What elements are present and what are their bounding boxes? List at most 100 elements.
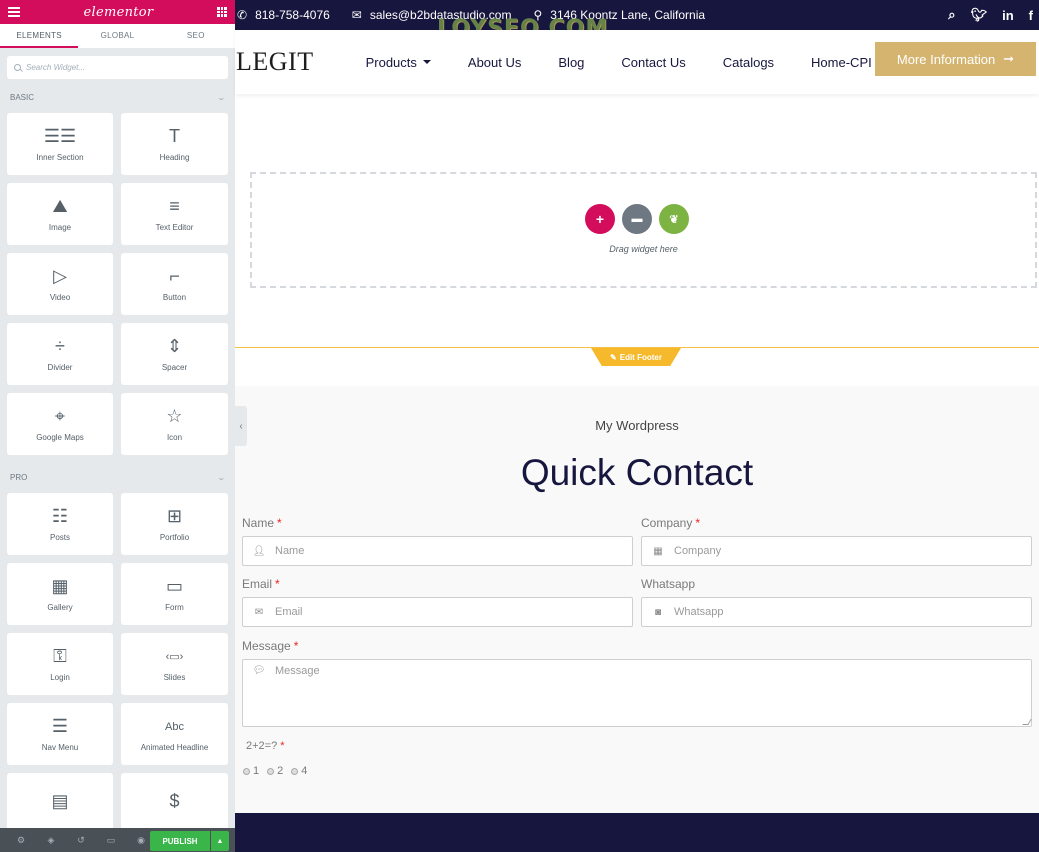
company-field[interactable]: ▦ Company <box>641 536 1032 566</box>
phone-icon: ✆ <box>237 8 248 22</box>
widget-gallery[interactable]: ▦ Gallery <box>7 563 113 625</box>
nav-contact-us[interactable]: Contact Us <box>621 55 685 70</box>
section-title: Quick Contact <box>520 452 754 493</box>
email-field[interactable]: ✉ Email <box>242 597 633 627</box>
radio-button[interactable] <box>267 767 275 775</box>
captcha-option-4[interactable]: 4 <box>291 765 307 777</box>
label-text: Company <box>641 516 693 530</box>
history-icon[interactable]: ↺ <box>66 835 96 846</box>
widget-price-table[interactable]: $ <box>121 773 228 835</box>
resize-handle[interactable] <box>1022 719 1032 725</box>
tab-global[interactable]: GLOBAL <box>78 24 156 48</box>
envelope-icon: ✉ <box>254 606 264 618</box>
search-icon[interactable]: ⌕ <box>948 7 955 23</box>
price-table-icon: $ <box>169 790 180 811</box>
search-icon <box>14 64 21 71</box>
more-information-button[interactable]: More Information ➞ <box>875 42 1036 76</box>
envato-kit-button[interactable]: ❦ <box>659 204 689 234</box>
captcha-option-1[interactable]: 1 <box>243 765 259 777</box>
widget-label: Slides <box>163 672 186 682</box>
radio-button[interactable] <box>243 767 250 775</box>
widget-form[interactable]: ▭ Form <box>121 563 228 625</box>
captcha-text: 2+2=? <box>246 740 278 752</box>
widget-label: Heading <box>159 152 190 162</box>
slides-icon: ‹▭› <box>165 651 184 663</box>
animated-headline-icon: Abc <box>165 720 184 733</box>
widget-divider[interactable]: ÷ Divider <box>7 323 113 385</box>
widget-google-maps[interactable]: ⌖ Google Maps <box>7 393 113 455</box>
nav-catalogs[interactable]: Catalogs <box>723 55 774 70</box>
login-icon: ⚿ <box>53 646 67 666</box>
site-logo[interactable]: LEGIT <box>236 47 314 77</box>
widget-image[interactable]: ⛰ Image <box>7 183 113 245</box>
widget-text-editor[interactable]: ≡ Text Editor <box>121 183 228 245</box>
category-pro-header[interactable]: PRO ⌄ <box>0 467 235 487</box>
widget-slides[interactable]: ‹▭› Slides <box>121 633 228 695</box>
widget-posts[interactable]: ☷ Posts <box>7 493 113 555</box>
empty-section-dropzone[interactable]: + ▬ ❦ Drag widget here <box>250 172 1037 288</box>
publish-button[interactable]: PUBLISH <box>150 831 210 851</box>
site-preview: ✆ 818-758-4076 ✉ sales@b2bdatastudio.com… <box>235 0 1039 852</box>
whatsapp-field[interactable]: ◙ Whatsapp <box>641 597 1032 627</box>
text-editor-icon: ≡ <box>169 196 180 216</box>
nav-blog[interactable]: Blog <box>558 55 584 70</box>
widget-price-list[interactable]: ▤ <box>7 773 113 835</box>
publish-options-button[interactable]: ▲ <box>211 831 229 851</box>
widget-icon[interactable]: ☆ Icon <box>121 393 228 455</box>
widget-login[interactable]: ⚿ Login <box>7 633 113 695</box>
chevron-down-icon: ⌄ <box>216 472 227 482</box>
menu-icon[interactable] <box>8 7 20 17</box>
widget-label: Posts <box>49 532 70 542</box>
star-icon: ☆ <box>166 406 183 426</box>
price-list-icon: ▤ <box>51 790 69 811</box>
nav-products[interactable]: Products <box>366 55 431 70</box>
heading-icon: T <box>169 126 180 146</box>
edit-footer-button[interactable]: ✎ Edit Footer <box>591 348 681 366</box>
nav-menu-icon: ☰ <box>51 716 69 736</box>
google-maps-icon: ⌖ <box>54 406 66 426</box>
captcha-option-2[interactable]: 2 <box>267 765 283 777</box>
widgets-grid-icon[interactable] <box>217 7 227 17</box>
widget-label: Video <box>49 292 71 302</box>
tab-seo[interactable]: SEO <box>157 24 235 48</box>
label-text: Email <box>242 577 273 591</box>
radio-button[interactable] <box>291 767 299 775</box>
elementor-panel: elementor ELEMENTS GLOBAL SEO Search Wid… <box>0 0 235 852</box>
widget-label: Image <box>48 222 72 232</box>
required-mark: * <box>280 740 285 752</box>
twitter-icon[interactable]: 🐦︎ <box>971 7 988 23</box>
widget-spacer[interactable]: ⇕ Spacer <box>121 323 228 385</box>
gallery-icon: ▦ <box>51 576 69 596</box>
settings-icon[interactable]: ⚙ <box>6 835 36 846</box>
message-textarea[interactable]: 💬︎ Message <box>242 659 1032 727</box>
widget-animated-headline[interactable]: Abc Animated Headline <box>121 703 228 765</box>
captcha-question: 2+2=? * <box>246 740 284 752</box>
facebook-icon[interactable]: f <box>1029 8 1033 23</box>
widget-heading[interactable]: T Heading <box>121 113 228 175</box>
posts-icon: ☷ <box>51 506 69 526</box>
main-navbar: LEGIT Products About Us Blog Contact Us … <box>235 30 1039 94</box>
nav-home-cpi[interactable]: Home-CPI <box>811 55 872 70</box>
divider-icon: ÷ <box>55 336 65 356</box>
widget-video[interactable]: ▷ Video <box>7 253 113 315</box>
search-widget-input[interactable]: Search Widget... <box>7 56 228 79</box>
name-field[interactable]: 👤︎ Name <box>242 536 633 566</box>
tab-elements[interactable]: ELEMENTS <box>0 24 79 48</box>
navigator-icon[interactable]: ◈ <box>36 835 66 846</box>
whatsapp-icon: ◙ <box>654 606 662 618</box>
widget-nav-menu[interactable]: ☰ Nav Menu <box>7 703 113 765</box>
phone-text[interactable]: 818-758-4076 <box>255 8 330 22</box>
label-text: Whatsapp <box>641 577 696 591</box>
add-template-button[interactable]: ▬ <box>622 204 652 234</box>
responsive-icon[interactable]: ▭ <box>96 835 126 846</box>
email-label: Email * <box>242 577 280 591</box>
add-section-button[interactable]: + <box>585 204 615 234</box>
widget-label: Inner Section <box>36 152 84 162</box>
nav-about-us[interactable]: About Us <box>468 55 521 70</box>
category-basic-header[interactable]: BASIC ⌄ <box>0 87 235 107</box>
widget-portfolio[interactable]: ⊞ Portfolio <box>121 493 228 555</box>
widget-inner-section[interactable]: ☰☰ Inner Section <box>7 113 113 175</box>
widget-button[interactable]: ⌐ Button <box>121 253 228 315</box>
captcha-options: 1 2 4 <box>243 765 307 777</box>
linkedin-icon[interactable]: in <box>1002 8 1014 23</box>
